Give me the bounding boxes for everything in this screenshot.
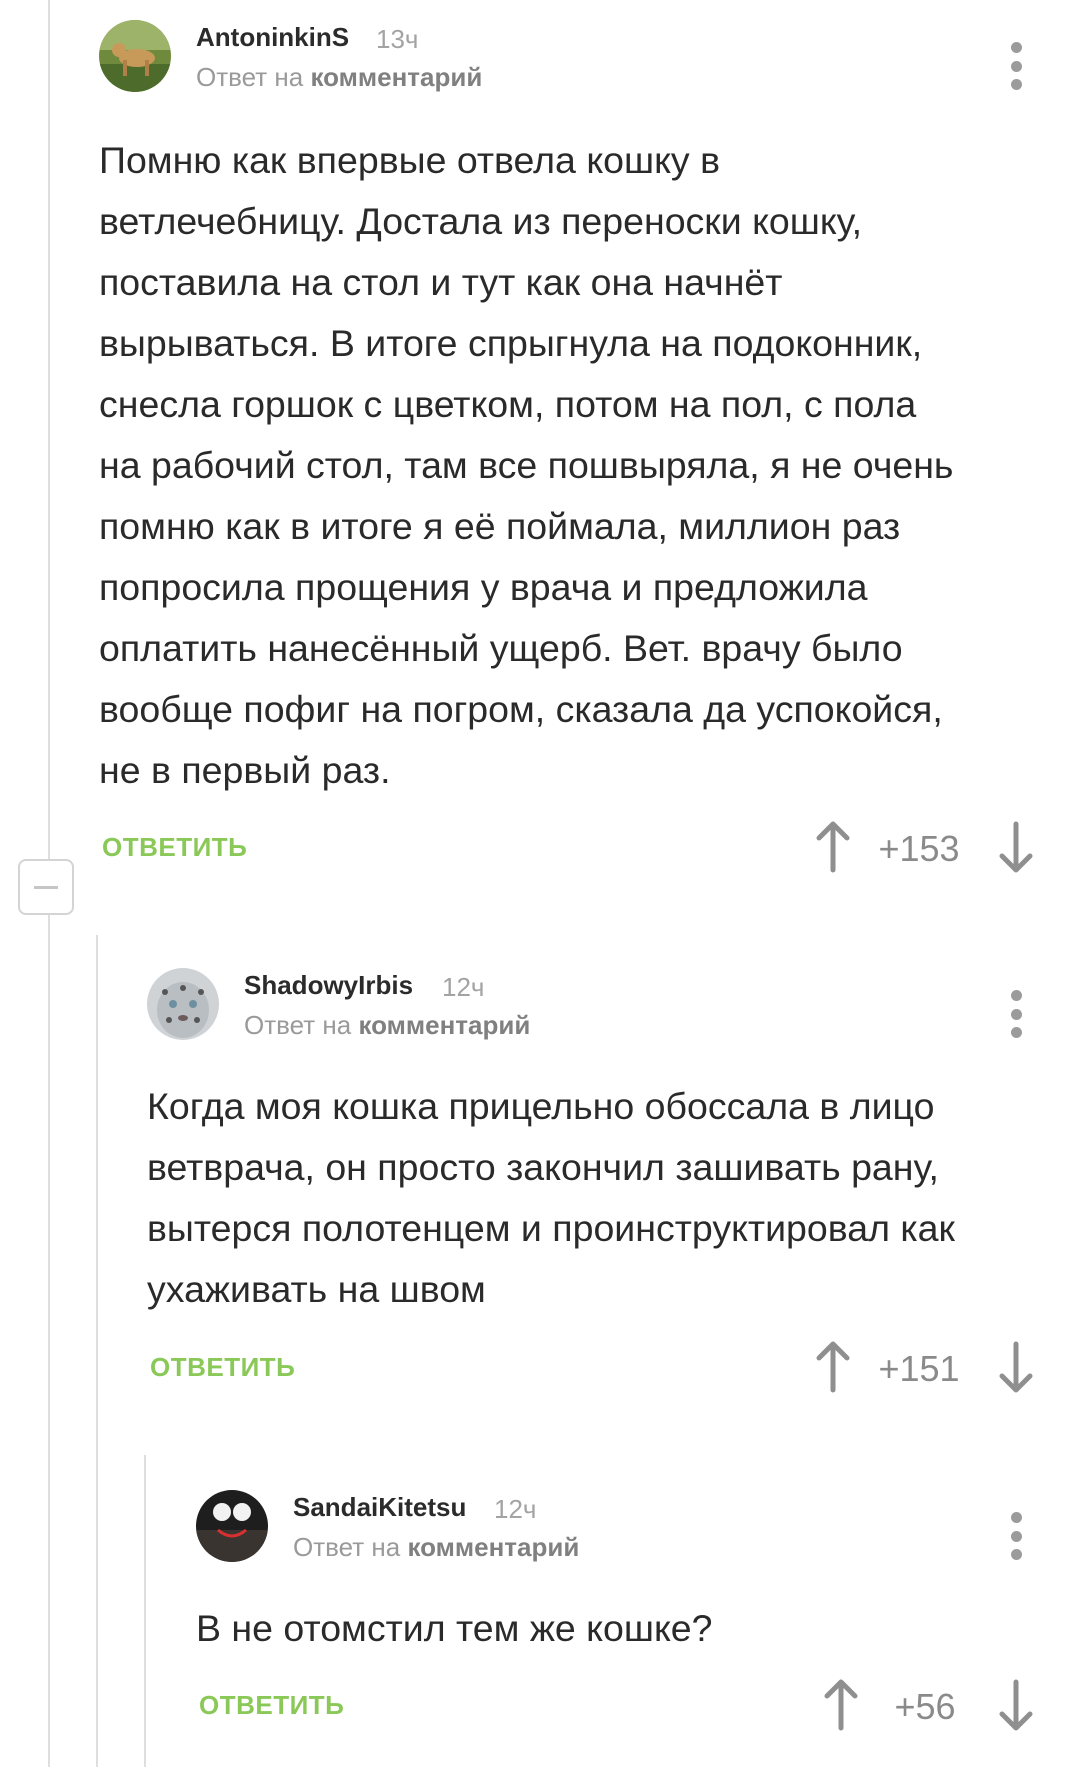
avatar[interactable] <box>147 968 219 1040</box>
comment-text: Когда моя кошка прицельно обоссала в лиц… <box>147 1085 955 1310</box>
avatar[interactable] <box>196 1490 268 1562</box>
arrow-down-icon[interactable] <box>996 820 1036 874</box>
reply-button[interactable]: ОТВЕТИТЬ <box>199 1690 344 1721</box>
comment-time: 12ч <box>442 972 485 1002</box>
reply-button[interactable]: ОТВЕТИТЬ <box>150 1352 295 1383</box>
comment-time: 13ч <box>376 24 419 54</box>
comment-author[interactable]: SandaiKitetsu <box>293 1492 466 1523</box>
arrow-up-icon[interactable] <box>821 1678 861 1732</box>
comment-time: 12ч <box>494 1494 537 1524</box>
arrow-up-icon[interactable] <box>813 820 853 874</box>
avatar[interactable] <box>99 20 171 92</box>
comment-2: ShadowyIrbis 12ч Ответ на комментарий Ко… <box>147 968 1047 1408</box>
more-options-icon[interactable] <box>1004 984 1028 1044</box>
more-options-icon[interactable] <box>1004 1506 1028 1566</box>
avatar-dog-image <box>99 20 171 92</box>
reply-to-prefix: Ответ на <box>293 1532 401 1562</box>
vote-score: +153 <box>878 828 960 869</box>
thread-line-level-3 <box>144 1455 146 1767</box>
collapse-thread-button[interactable] <box>18 859 74 915</box>
arrow-down-icon[interactable] <box>996 1340 1036 1394</box>
comment-author[interactable]: ShadowyIrbis <box>244 970 413 1001</box>
reply-to-line: Ответ на комментарий <box>293 1532 579 1563</box>
reply-to-line: Ответ на комментарий <box>244 1010 530 1041</box>
reply-to-prefix: Ответ на <box>196 62 304 92</box>
reply-to-prefix: Ответ на <box>244 1010 352 1040</box>
avatar-dark-face-image <box>196 1490 268 1562</box>
reply-button[interactable]: ОТВЕТИТЬ <box>102 832 247 863</box>
comment-author[interactable]: AntoninkinS <box>196 22 349 53</box>
arrow-down-icon[interactable] <box>996 1678 1036 1732</box>
vote-score: +56 <box>894 1686 956 1727</box>
vote-score: +151 <box>878 1348 960 1389</box>
comment-1: AntoninkinS 13ч Ответ на комментарий Пом… <box>99 20 1039 900</box>
reply-to-link[interactable]: комментарий <box>310 62 482 92</box>
avatar-snow-leopard-image <box>147 968 219 1040</box>
reply-to-line: Ответ на комментарий <box>196 62 482 93</box>
arrow-up-icon[interactable] <box>813 1340 853 1394</box>
reply-to-link[interactable]: комментарий <box>358 1010 530 1040</box>
comment-text: Помню как впервые отвела кошку в ветлече… <box>99 139 954 791</box>
comment-3: SandaiKitetsu 12ч Ответ на комментарий В… <box>196 1490 1048 1750</box>
thread-line-level-2 <box>96 935 98 1767</box>
reply-to-link[interactable]: комментарий <box>407 1532 579 1562</box>
more-options-icon[interactable] <box>1004 36 1028 96</box>
comment-text: В не отомстил тем же кошке? <box>196 1607 713 1649</box>
